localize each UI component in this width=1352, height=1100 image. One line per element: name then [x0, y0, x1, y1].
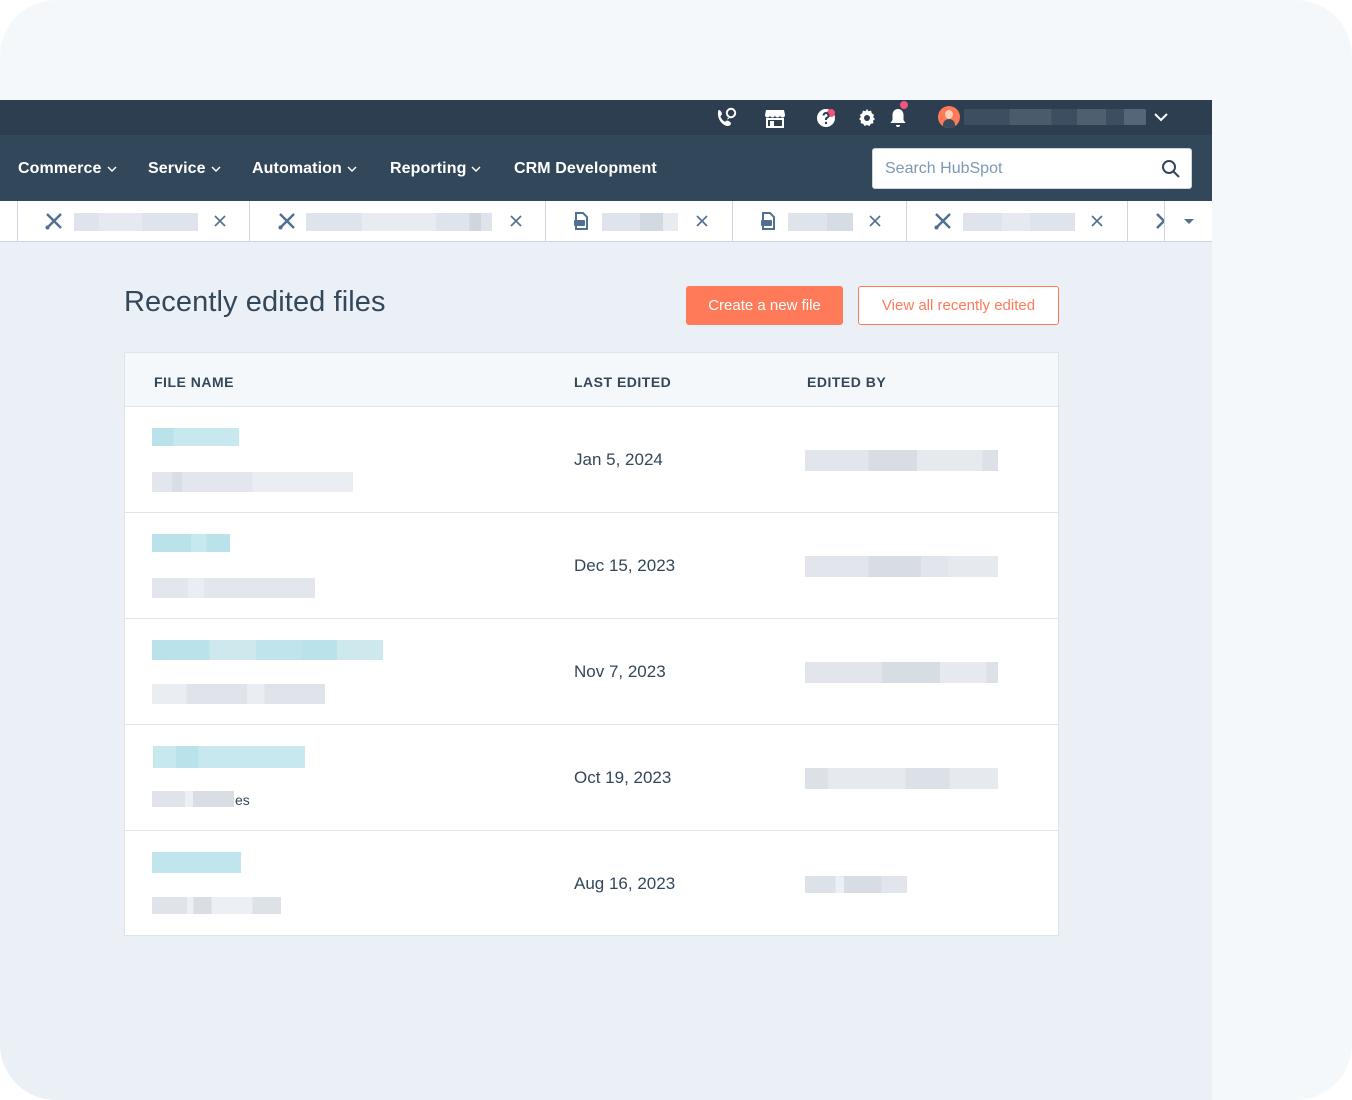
close-icon[interactable] [1089, 213, 1105, 229]
account-name-redacted[interactable] [964, 109, 1146, 125]
table-row: Aug 16, 2023 [125, 831, 1058, 937]
nav-commerce-label: Commerce [18, 160, 102, 177]
tab-label-redacted [602, 213, 678, 231]
edited-by-redacted [805, 556, 998, 577]
tab-label-redacted [963, 213, 1075, 231]
nav-automation[interactable]: Automation [252, 159, 357, 179]
nav-reporting[interactable]: Reporting [390, 159, 481, 179]
last-edited-date: Oct 19, 2023 [574, 768, 672, 787]
close-icon[interactable] [694, 213, 710, 229]
last-edited-date: Jan 5, 2024 [574, 450, 663, 469]
nav-automation-label: Automation [252, 160, 342, 177]
last-edited-date: Aug 16, 2023 [574, 874, 676, 893]
nav-service-label: Service [148, 160, 206, 177]
tools-icon [934, 213, 951, 230]
nav-crm-development-label: CRM Development [514, 160, 657, 177]
open-tab[interactable] [17, 201, 249, 241]
open-tab[interactable] [906, 201, 1127, 241]
table-row: es Oct 19, 2023 [125, 725, 1058, 831]
search-input[interactable] [873, 149, 1153, 188]
table-row: Dec 15, 2023 [125, 513, 1058, 619]
file-name-link-redacted[interactable] [152, 852, 241, 873]
screenshot-frame: Commerce Service Automation Reporting CR… [0, 0, 1352, 1100]
edited-by-redacted [805, 876, 907, 893]
file-subtext-redacted [152, 791, 234, 807]
nav-crm-development[interactable]: CRM Development [514, 159, 657, 179]
edited-by-redacted [805, 768, 998, 789]
chevron-down-icon [211, 166, 221, 172]
table-row: Nov 7, 2023 [125, 619, 1058, 725]
recent-files-table: FILE NAME LAST EDITED EDITED BY Jan 5, 2… [124, 352, 1059, 936]
view-all-recently-edited-button[interactable]: View all recently edited [858, 286, 1059, 325]
last-edited-date: Dec 15, 2023 [574, 556, 676, 575]
open-tabs-bar [0, 201, 1212, 242]
tools-icon [1156, 213, 1164, 229]
tools-icon [45, 213, 62, 230]
main-nav: Commerce Service Automation Reporting CR… [0, 135, 1212, 201]
file-name-link-redacted[interactable] [152, 534, 230, 552]
tab-label-redacted [74, 213, 198, 231]
tabs-overflow-dropdown[interactable] [1164, 201, 1212, 241]
page-title: Recently edited files [124, 286, 386, 318]
hubspot-app: Commerce Service Automation Reporting CR… [0, 100, 1212, 1100]
close-icon[interactable] [212, 213, 228, 229]
file-subtext-redacted [152, 897, 281, 914]
file-subtext-suffix: es [235, 792, 250, 808]
chevron-down-icon [347, 166, 357, 172]
utility-bar [0, 100, 1212, 135]
open-tab[interactable] [249, 201, 545, 241]
table-row: Jan 5, 2024 [125, 407, 1058, 513]
nav-reporting-label: Reporting [390, 160, 467, 177]
user-avatar[interactable] [938, 106, 960, 128]
file-subtext-redacted [152, 578, 315, 598]
tab-label-redacted [306, 213, 492, 231]
open-tab[interactable] [732, 201, 906, 241]
table-header: FILE NAME LAST EDITED EDITED BY [125, 353, 1058, 407]
open-tab-partial[interactable] [1127, 201, 1164, 241]
file-name-link-redacted[interactable] [152, 640, 383, 660]
settings-icon[interactable] [855, 106, 879, 130]
nav-service[interactable]: Service [148, 159, 221, 179]
tab-label-redacted [788, 213, 853, 231]
chevron-down-icon [471, 166, 481, 172]
file-icon [574, 212, 588, 230]
nav-commerce[interactable]: Commerce [18, 159, 117, 179]
open-tab[interactable] [545, 201, 732, 241]
tools-icon [278, 213, 295, 230]
file-name-link-redacted[interactable] [153, 746, 305, 768]
column-edited-by: EDITED BY [807, 374, 887, 390]
file-subtext-redacted [152, 472, 353, 492]
column-file-name: FILE NAME [154, 374, 234, 390]
chevron-down-icon [107, 166, 117, 172]
marketplace-icon[interactable] [763, 106, 787, 130]
search-icon[interactable] [1161, 159, 1181, 179]
help-icon[interactable] [814, 106, 838, 130]
create-new-file-button[interactable]: Create a new file [686, 286, 843, 325]
global-search [872, 148, 1192, 189]
column-last-edited: LAST EDITED [574, 374, 672, 390]
file-icon [761, 212, 775, 230]
file-subtext-redacted [152, 684, 325, 704]
file-name-link-redacted[interactable] [152, 428, 239, 446]
close-icon[interactable] [867, 213, 883, 229]
close-icon[interactable] [508, 213, 524, 229]
edited-by-redacted [805, 450, 998, 471]
last-edited-date: Nov 7, 2023 [574, 662, 666, 681]
chevron-down-icon[interactable] [1152, 108, 1170, 126]
calling-icon[interactable] [714, 106, 738, 130]
notifications-icon[interactable] [886, 106, 910, 130]
notification-badge [899, 100, 909, 110]
edited-by-redacted [805, 662, 998, 683]
